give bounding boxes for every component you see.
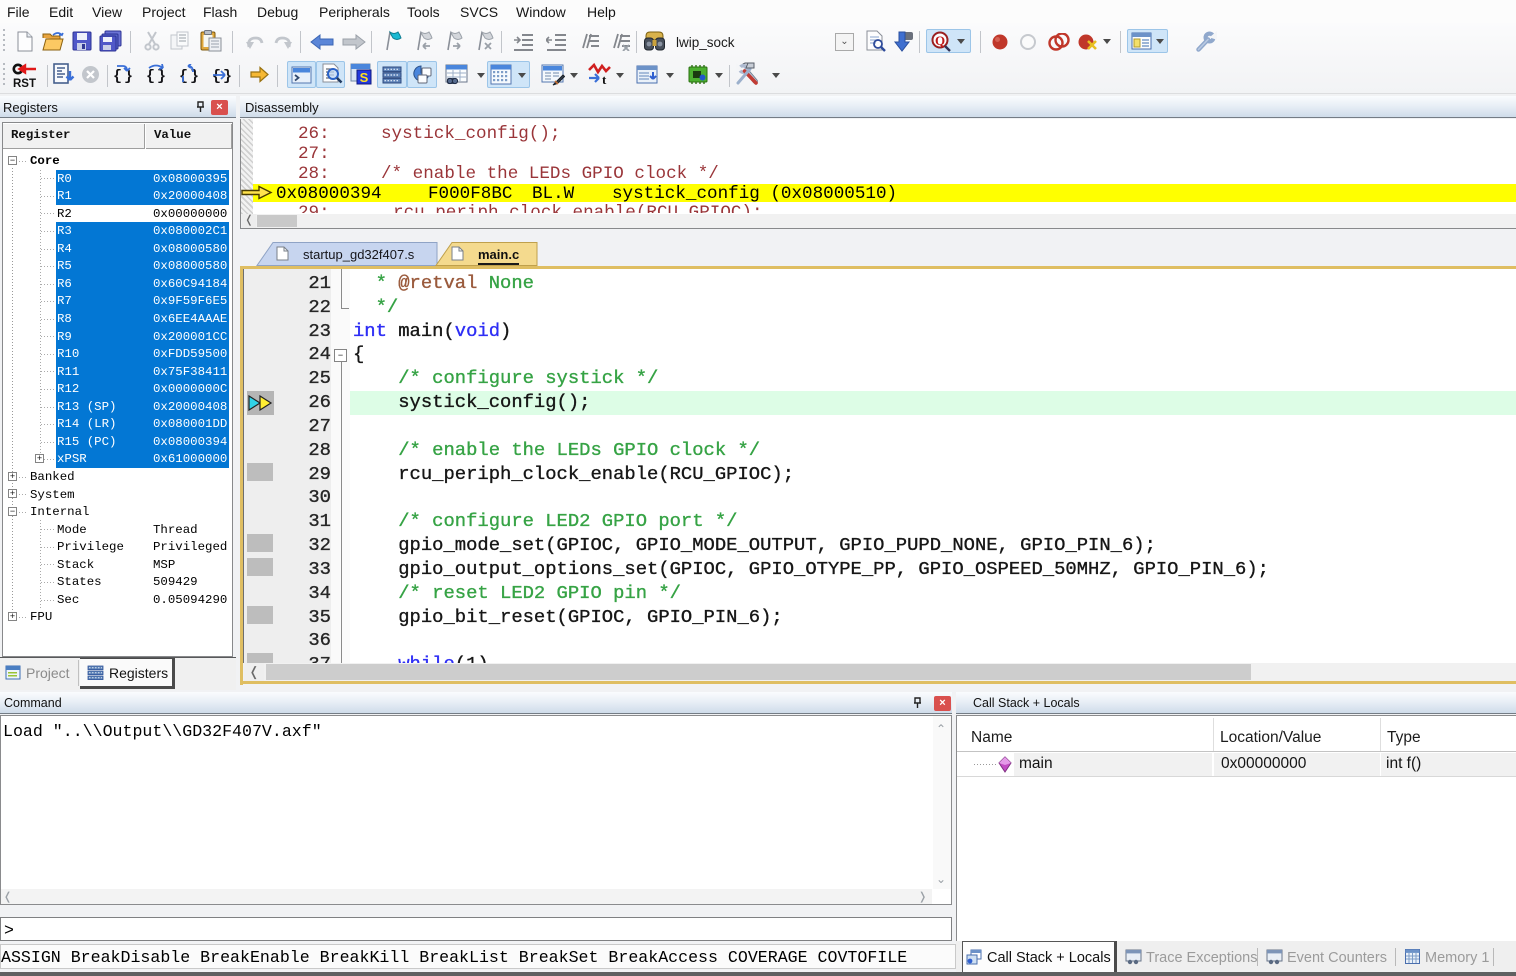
svg-text:{: { [212,68,221,85]
svg-text:t: t [602,72,607,86]
svg-text:{: { [113,68,122,85]
svg-text:Q: Q [935,33,945,48]
svg-text:}: } [190,68,199,85]
svg-text:RST: RST [13,78,36,88]
svg-text:{: { [146,68,155,85]
svg-text:S: S [360,70,369,85]
svg-text:}: } [157,68,166,85]
